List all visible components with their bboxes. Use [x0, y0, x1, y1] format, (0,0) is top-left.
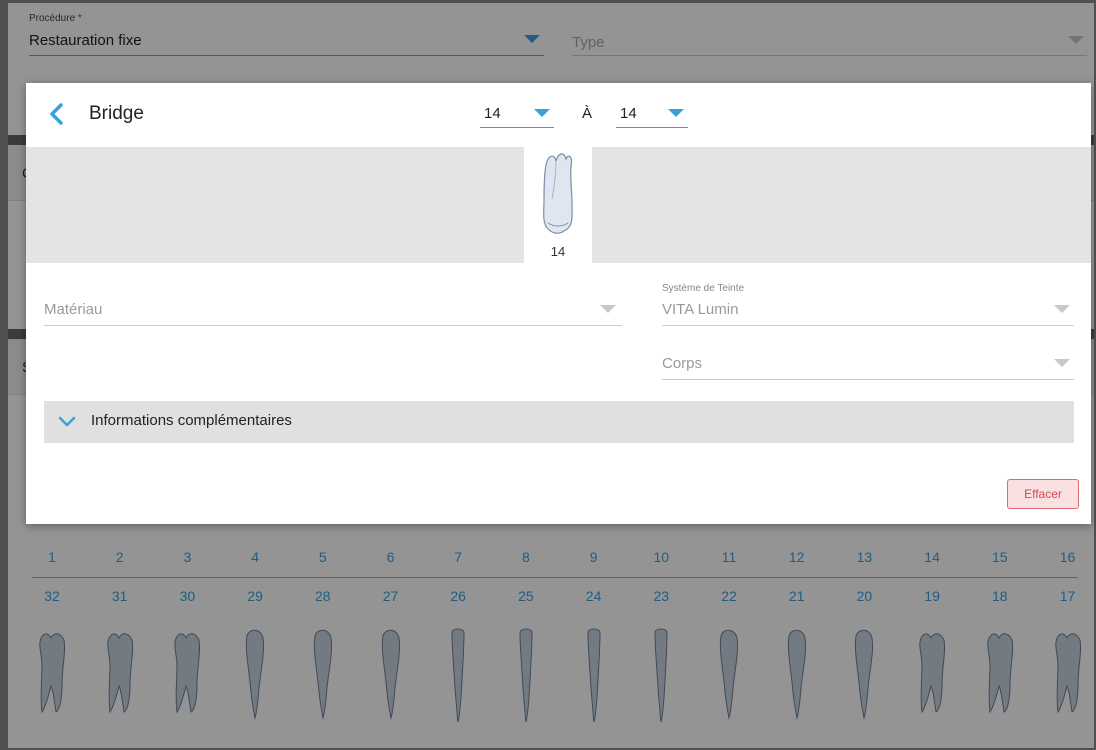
additional-info-label: Informations complémentaires [91, 412, 292, 429]
selected-tooth-card[interactable]: 14 [524, 147, 592, 263]
additional-info-toggle[interactable]: Informations complémentaires [44, 401, 1074, 443]
chevron-down-icon [58, 416, 76, 427]
from-tooth-select[interactable]: 14 [484, 105, 501, 122]
molar-icon [543, 153, 573, 234]
from-tooth-underline [480, 127, 554, 128]
to-tooth-underline [616, 127, 688, 128]
body-underline [662, 379, 1074, 380]
from-tooth-dropdown-icon[interactable] [534, 109, 550, 117]
shade-system-select[interactable]: VITA Lumin [662, 301, 738, 318]
body-select[interactable]: Corps [662, 355, 702, 372]
material-select[interactable]: Matériau [44, 301, 102, 318]
bridge-dialog: Bridge 14 À 14 14 Matériau Système de Te… [26, 83, 1091, 524]
material-dropdown-icon[interactable] [600, 305, 616, 313]
material-underline [44, 325, 622, 326]
to-tooth-select[interactable]: 14 [620, 105, 637, 122]
to-label: À [582, 105, 593, 122]
selected-teeth-strip: 14 [26, 147, 1091, 263]
chevron-left-icon[interactable] [46, 102, 68, 126]
to-tooth-dropdown-icon[interactable] [668, 109, 684, 117]
shade-system-dropdown-icon[interactable] [1054, 305, 1070, 313]
clear-button[interactable]: Effacer [1007, 479, 1079, 509]
selected-tooth-number: 14 [550, 244, 566, 259]
body-dropdown-icon[interactable] [1054, 359, 1070, 367]
shade-system-label: Système de Teinte [662, 283, 745, 294]
dialog-title: Bridge [89, 103, 144, 124]
shade-system-underline [662, 325, 1074, 326]
